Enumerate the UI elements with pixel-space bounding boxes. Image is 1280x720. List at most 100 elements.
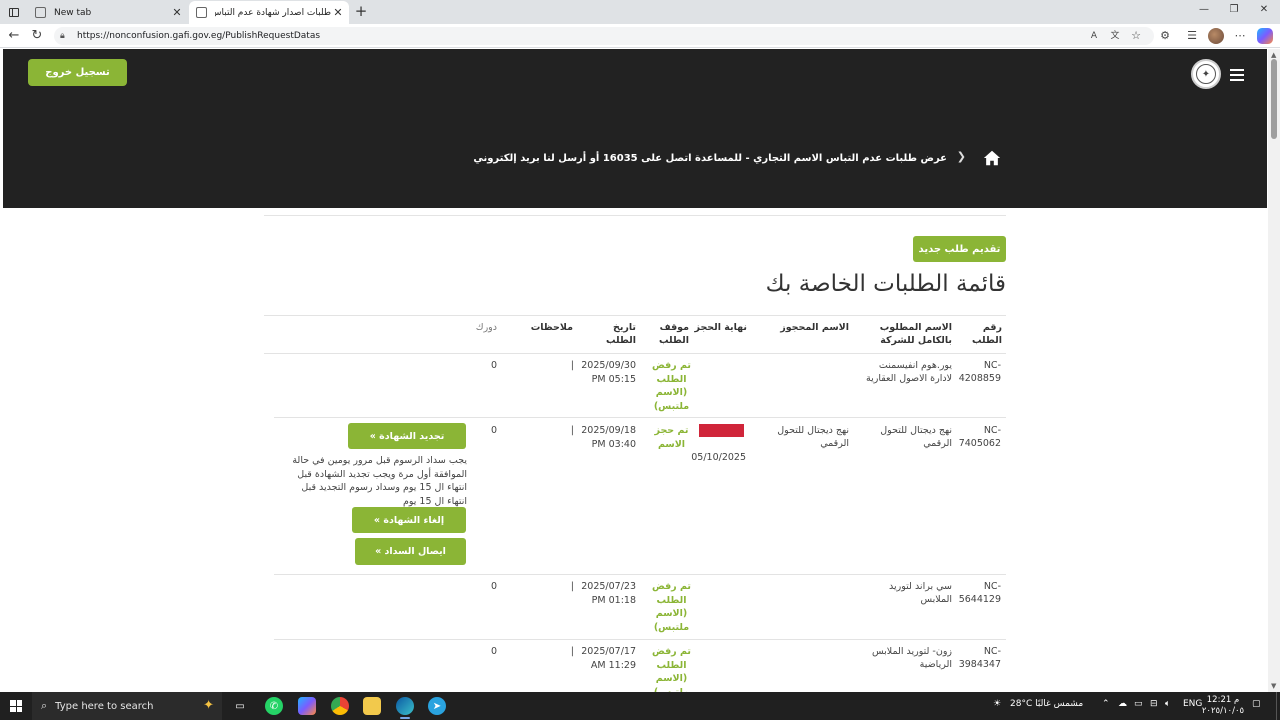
- extensions-icon[interactable]: ⚙: [1157, 28, 1173, 44]
- notes-value: |: [570, 360, 574, 371]
- copilot-app-icon[interactable]: [298, 697, 316, 715]
- tab-new-tab[interactable]: New tab ✕: [28, 1, 188, 24]
- breadcrumb-title: عرض طلبات عدم التباس الاسم التجاري - للم…: [473, 153, 947, 164]
- notes-value: |: [570, 425, 574, 436]
- column-header-status: موقف الطلب: [658, 322, 689, 346]
- chevron-right-icon: ❯: [956, 150, 966, 163]
- onedrive-icon[interactable]: ☁: [1118, 699, 1127, 709]
- tray-expand-icon[interactable]: ⌃: [1102, 699, 1110, 709]
- telegram-icon[interactable]: ➤: [428, 697, 446, 715]
- status-badge: تم رفض الطلب (الاسم ملتبس): [652, 581, 691, 633]
- requested-name: زون- لتوريد الملابس الرياضية: [872, 646, 952, 670]
- logout-button[interactable]: تسجيل خروج: [28, 59, 127, 86]
- task-view-icon[interactable]: ▭: [231, 697, 249, 715]
- edge-icon[interactable]: [396, 697, 414, 719]
- window-close-icon[interactable]: ✕: [1254, 4, 1274, 15]
- weather-sun-icon[interactable]: ☀: [993, 699, 1001, 709]
- search-placeholder: Type here to search: [55, 700, 154, 712]
- request-date: 2025/09/18: [581, 425, 636, 436]
- taskbar-clock[interactable]: 12:21 م ٢٠٢٥/١٠/٠٥: [1200, 695, 1246, 717]
- content-divider: [264, 215, 1006, 216]
- translate-icon[interactable]: 文: [1107, 28, 1123, 44]
- new-tab-favicon-icon: [35, 7, 46, 18]
- request-number: NC-7405062: [958, 425, 1001, 449]
- table-header-border: [264, 353, 1006, 354]
- role-value: 0: [490, 425, 497, 436]
- home-icon[interactable]: [983, 149, 1001, 167]
- cancel-certificate-button[interactable]: إلغاء الشهادة »: [352, 507, 466, 533]
- request-date: 2025/07/17: [581, 646, 636, 657]
- request-time: PM 01:18: [591, 595, 636, 606]
- search-icon: ⌕: [41, 699, 48, 712]
- column-header-number: رقم الطلب: [971, 322, 1002, 346]
- request-time: PM 03:40: [591, 439, 636, 450]
- clock-date: ٢٠٢٥/١٠/٠٥: [1201, 706, 1245, 716]
- reserved-name: نهج ديجتال للتحول الرقمي: [777, 425, 849, 449]
- whatsapp-icon[interactable]: ✆: [265, 697, 283, 715]
- url-input[interactable]: 🔒︎ https://nonconfusion.gafi.gov.eg/Publ…: [54, 27, 1154, 45]
- column-header-date: تاريخ الطلب: [605, 322, 636, 346]
- notifications-icon[interactable]: ▢: [1252, 699, 1261, 709]
- browser-tab-strip: New tab ✕ طلبات اصدار شهادة عدم التباس ا…: [0, 0, 1280, 24]
- scroll-up-icon[interactable]: ▲: [1271, 51, 1276, 59]
- maximize-icon[interactable]: ❐: [1224, 4, 1244, 15]
- file-explorer-icon[interactable]: [363, 697, 381, 715]
- tab-active-requests[interactable]: طلبات اصدار شهادة عدم التباس الا... ✕: [189, 1, 349, 24]
- hamburger-menu-icon[interactable]: [1230, 69, 1244, 81]
- search-highlight-icon: ✦: [203, 698, 214, 713]
- new-request-button[interactable]: تقديم طلب جديد: [913, 236, 1006, 262]
- renew-certificate-button[interactable]: تجديد الشهادة »: [348, 423, 466, 449]
- tab-title: New tab: [54, 7, 92, 18]
- favorite-star-icon[interactable]: ☆: [1128, 28, 1144, 44]
- favorites-list-icon[interactable]: ☰: [1184, 28, 1200, 44]
- show-desktop-button[interactable]: [1276, 692, 1280, 720]
- role-value: 0: [490, 581, 497, 592]
- page-favicon-icon: [196, 7, 207, 18]
- volume-icon[interactable]: 🔈︎: [1165, 699, 1170, 709]
- more-menu-icon[interactable]: ⋯: [1232, 28, 1248, 44]
- status-badge: تم رفض الطلب (الاسم ملتبس): [652, 646, 691, 692]
- new-tab-plus-icon[interactable]: +: [352, 3, 370, 21]
- request-number: NC-5644129: [958, 581, 1001, 605]
- requested-name: يور.هوم انفيسمنت لادارة الاصول العقارية: [866, 360, 952, 384]
- scrollbar-thumb[interactable]: [1271, 59, 1277, 139]
- page-scrollbar[interactable]: ▲ ▼: [1268, 49, 1280, 692]
- status-badge: تم رفض الطلب (الاسم ملتبس): [652, 360, 691, 412]
- close-icon[interactable]: ✕: [331, 6, 345, 19]
- row-border: [274, 574, 1006, 575]
- requested-name: نهج ديجتال للتحول الرقمي: [880, 425, 952, 449]
- tab-title: طلبات اصدار شهادة عدم التباس الا...: [215, 7, 331, 18]
- notes-value: |: [570, 581, 574, 592]
- notes-value: |: [570, 646, 574, 657]
- read-aloud-icon[interactable]: A: [1086, 28, 1102, 44]
- request-number: NC-4208859: [958, 360, 1001, 384]
- copilot-icon[interactable]: [1257, 28, 1273, 44]
- site-info-icon[interactable]: 🔒︎: [60, 31, 74, 41]
- request-number: NC-3984347: [958, 646, 1001, 670]
- refresh-icon[interactable]: ↻: [28, 28, 46, 44]
- url-text: https://nonconfusion.gafi.gov.eg/Publish…: [77, 31, 321, 41]
- minimize-icon[interactable]: —: [1194, 4, 1214, 15]
- row-border: [274, 417, 1006, 418]
- chrome-icon[interactable]: [331, 697, 349, 715]
- weather-text[interactable]: 28°C مشمس غالبًا: [1010, 699, 1083, 709]
- payment-receipt-button[interactable]: ايصال السداد »: [355, 538, 466, 565]
- scroll-down-icon[interactable]: ▼: [1271, 682, 1276, 690]
- reservation-end-date: 05/10/2025: [691, 452, 746, 463]
- tab-actions-icon[interactable]: [4, 3, 24, 21]
- request-time: PM 05:15: [591, 374, 636, 385]
- close-icon[interactable]: ✕: [170, 6, 184, 19]
- row-border: [274, 639, 1006, 640]
- profile-avatar[interactable]: [1208, 28, 1224, 44]
- column-header-reserved-name: الاسم المحجوز: [780, 322, 849, 333]
- column-header-notes: ملاحظات: [530, 322, 573, 333]
- gafi-logo[interactable]: ✦: [1191, 59, 1221, 89]
- back-arrow-icon[interactable]: ←: [5, 28, 23, 44]
- taskbar-search-input[interactable]: ⌕ Type here to search ✦: [32, 692, 222, 720]
- reservation-bar: [699, 424, 744, 437]
- role-value: 0: [490, 646, 497, 657]
- battery-icon[interactable]: ▭: [1134, 699, 1143, 709]
- network-icon[interactable]: ⊟: [1150, 699, 1158, 709]
- windows-start-icon[interactable]: [10, 700, 22, 712]
- table-top-border: [264, 315, 1006, 316]
